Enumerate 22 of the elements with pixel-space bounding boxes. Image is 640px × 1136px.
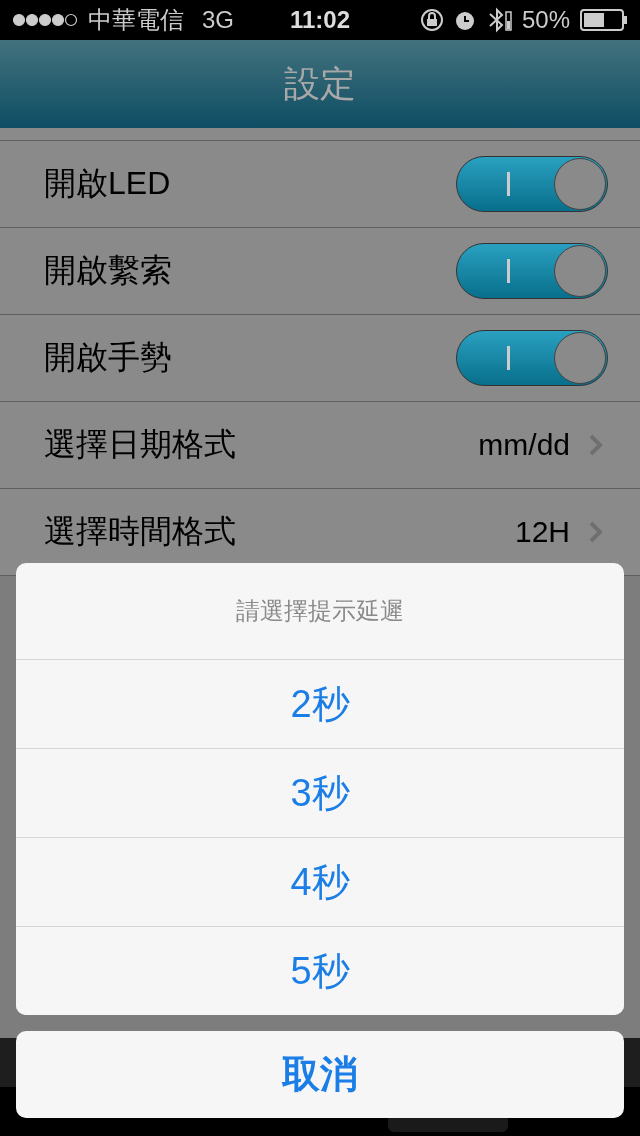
- setting-label: 開啟手勢: [44, 338, 173, 377]
- cancel-button[interactable]: 取消: [16, 1031, 624, 1118]
- setting-label: 開啟LED: [44, 164, 172, 203]
- toggle-switch[interactable]: [456, 243, 608, 299]
- clock-time: 11:02: [289, 6, 351, 34]
- setting-label: 開啟繫索: [44, 251, 173, 290]
- signal-icon: [12, 13, 78, 27]
- nav-title: 設定: [284, 61, 356, 106]
- setting-label: 選擇時間格式: [44, 512, 237, 551]
- setting-value: 12H: [514, 515, 570, 549]
- carrier-name: 中華電信: [88, 5, 184, 35]
- rotation-lock-icon: [419, 8, 444, 32]
- toggle-switch[interactable]: [456, 156, 608, 212]
- battery-icon: [580, 9, 628, 31]
- setting-label: 選擇日期格式: [44, 425, 237, 464]
- network-type: 3G: [202, 6, 234, 34]
- setting-value: mm/dd: [478, 428, 570, 462]
- toggle-switch[interactable]: [456, 330, 608, 386]
- alarm-icon: [453, 9, 476, 31]
- sheet-title: 請選擇提示延遲: [236, 596, 404, 626]
- battery-percent: 50%: [521, 6, 570, 34]
- option-button[interactable]: 5秒: [16, 926, 624, 1015]
